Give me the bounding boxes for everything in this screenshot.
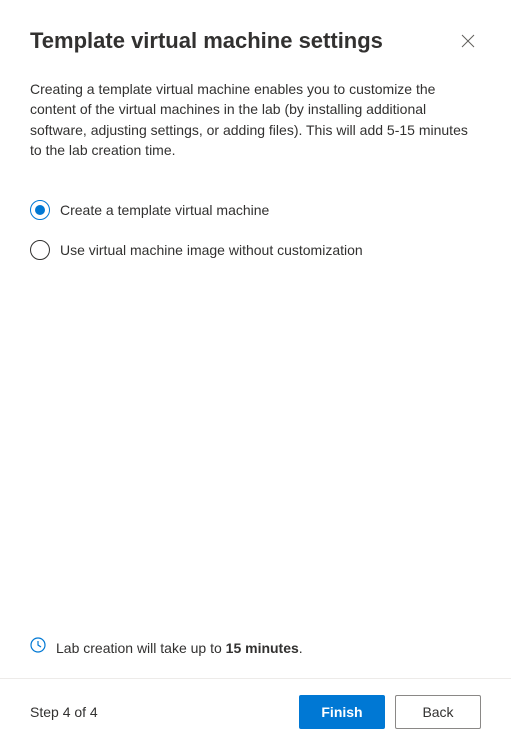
button-group: Finish Back [299, 695, 481, 729]
radio-selected-icon [30, 200, 50, 220]
radio-unselected-icon [30, 240, 50, 260]
radio-group: Create a template virtual machine Use vi… [0, 180, 511, 270]
clock-icon [30, 637, 46, 658]
dialog-header: Template virtual machine settings [0, 0, 511, 65]
description-text: Creating a template virtual machine enab… [0, 65, 511, 180]
radio-use-image[interactable]: Use virtual machine image without custom… [30, 230, 481, 270]
info-suffix: . [299, 640, 303, 656]
dialog-title: Template virtual machine settings [30, 28, 383, 54]
step-indicator: Step 4 of 4 [30, 704, 98, 720]
info-bar: Lab creation will take up to 15 minutes. [0, 621, 511, 678]
info-bold: 15 minutes [226, 640, 299, 656]
close-icon [461, 34, 475, 51]
radio-create-template[interactable]: Create a template virtual machine [30, 190, 481, 230]
dialog-footer: Step 4 of 4 Finish Back [0, 678, 511, 747]
info-prefix: Lab creation will take up to [56, 640, 226, 656]
radio-label: Create a template virtual machine [60, 202, 269, 218]
back-button[interactable]: Back [395, 695, 481, 729]
finish-button[interactable]: Finish [299, 695, 385, 729]
info-text: Lab creation will take up to 15 minutes. [56, 640, 303, 656]
radio-label: Use virtual machine image without custom… [60, 242, 363, 258]
close-button[interactable] [455, 28, 481, 57]
